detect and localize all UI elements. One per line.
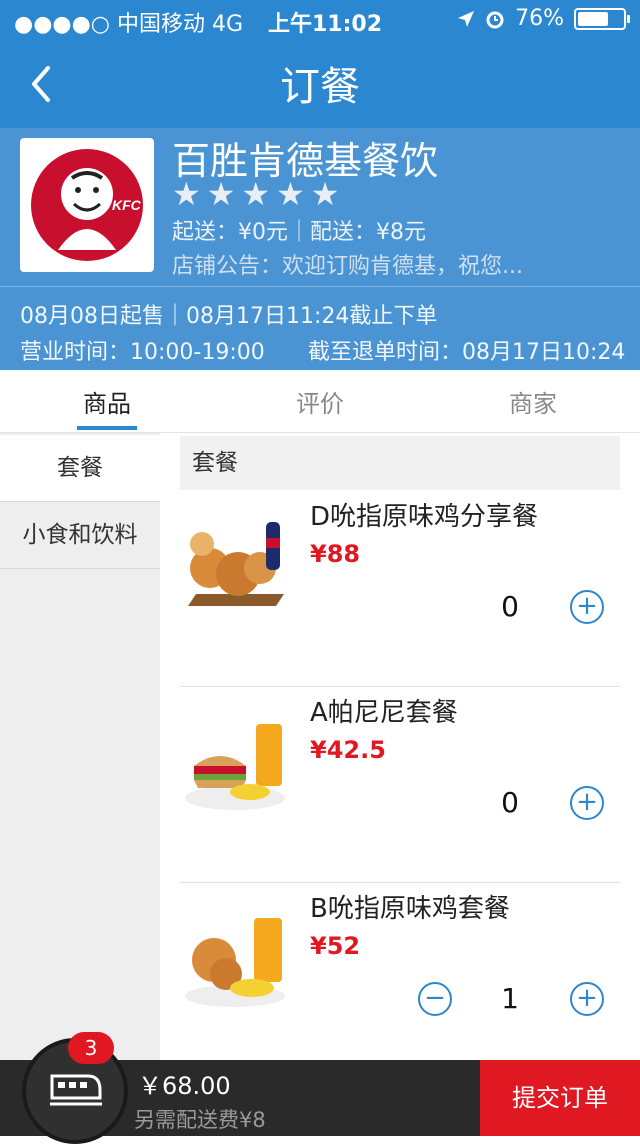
add-button[interactable]: + bbox=[570, 590, 604, 624]
tab-merchant[interactable]: 商家 bbox=[453, 384, 613, 419]
list-item[interactable]: B吮指原味鸡套餐 ¥52 − 1 + bbox=[180, 882, 620, 1078]
battery-percent: 76% bbox=[515, 6, 564, 31]
add-button[interactable]: + bbox=[570, 982, 604, 1016]
category-snacks-drinks[interactable]: 小食和饮料 bbox=[0, 502, 160, 569]
list-item[interactable]: D吮指原味鸡分享餐 ¥88 0 + bbox=[180, 490, 620, 687]
tab-reviews[interactable]: 评价 bbox=[240, 384, 400, 419]
cart-bar: 3 ￥68.00 另需配送费¥8 提交订单 bbox=[0, 1032, 640, 1144]
item-image bbox=[180, 510, 290, 620]
section-title: 套餐 bbox=[180, 436, 620, 490]
add-button[interactable]: + bbox=[570, 786, 604, 820]
cart-total: ￥68.00 bbox=[138, 1072, 231, 1100]
category-sidebar: 套餐 小食和饮料 bbox=[0, 433, 160, 1060]
plus-icon: + bbox=[576, 591, 598, 621]
item-quantity: 0 bbox=[501, 786, 519, 819]
battery-level bbox=[578, 11, 609, 26]
item-price: ¥42.5 bbox=[310, 736, 386, 764]
alarm-icon bbox=[486, 11, 504, 28]
location-arrow-icon bbox=[458, 10, 475, 27]
item-image bbox=[180, 902, 290, 1012]
food-image-icon bbox=[180, 706, 290, 816]
status-bar: ●●●●○ 中国移动 4G 上午11:02 76% bbox=[0, 0, 640, 40]
store-rating: ★ ★ ★ ★ ★ bbox=[172, 178, 339, 210]
remove-button[interactable]: − bbox=[418, 982, 452, 1016]
star-icon: ★ bbox=[310, 175, 340, 213]
list-item[interactable]: A帕尼尼套餐 ¥42.5 0 + bbox=[180, 686, 620, 883]
battery-icon bbox=[574, 7, 630, 30]
store-notice[interactable]: 店铺公告：欢迎订购肯德基，祝您... bbox=[172, 248, 523, 280]
item-quantity: 1 bbox=[501, 982, 519, 1015]
category-set-meals[interactable]: 套餐 bbox=[0, 435, 160, 502]
item-name: D吮指原味鸡分享餐 bbox=[310, 502, 539, 532]
cancel-deadline: 截至退单时间：08月17日10:24 bbox=[308, 340, 626, 365]
item-quantity: 0 bbox=[501, 590, 519, 623]
item-price: ¥52 bbox=[310, 932, 361, 960]
tab-goods[interactable]: 商品 bbox=[27, 384, 187, 419]
kfc-logo-icon: KFC bbox=[31, 149, 143, 261]
store-header: KFC 百胜肯德基餐饮 ★ ★ ★ ★ ★ 起送：¥0元｜配送：¥8元 店铺公告：欢迎订… bbox=[0, 128, 640, 370]
delivery-info: 起送：¥0元｜配送：¥8元 bbox=[172, 220, 426, 245]
plus-icon: + bbox=[576, 983, 598, 1013]
page-title: 订餐 bbox=[280, 64, 360, 110]
item-name: A帕尼尼套餐 bbox=[310, 698, 458, 728]
cart-count-badge: 3 bbox=[68, 1032, 114, 1064]
status-right: 76% bbox=[457, 6, 630, 31]
tab-bar: 商品 评价 商家 bbox=[0, 370, 640, 433]
food-image-icon bbox=[180, 510, 290, 620]
header-divider bbox=[0, 286, 640, 287]
star-icon: ★ bbox=[172, 175, 201, 213]
delivery-fee-note: 另需配送费¥8 bbox=[134, 1108, 266, 1132]
item-image bbox=[180, 706, 290, 816]
star-icon: ★ bbox=[241, 175, 271, 213]
submit-order-button[interactable]: 提交订单 bbox=[480, 1060, 640, 1136]
business-hours: 营业时间：10:00-19:00 bbox=[20, 340, 265, 365]
item-price: ¥88 bbox=[310, 540, 361, 568]
star-icon: ★ bbox=[206, 175, 236, 213]
tab-indicator bbox=[77, 426, 137, 430]
item-name: B吮指原味鸡套餐 bbox=[310, 894, 510, 924]
nav-bar: 订餐 bbox=[0, 40, 640, 128]
carrier-label: ●●●●○ 中国移动 4G bbox=[14, 12, 244, 37]
logo-text: KFC bbox=[112, 197, 142, 213]
clock: 上午11:02 bbox=[268, 12, 383, 37]
minus-icon: − bbox=[424, 983, 446, 1013]
plus-icon: + bbox=[576, 787, 598, 817]
sale-period: 08月08日起售｜08月17日11:24截止下单 bbox=[20, 304, 438, 329]
food-image-icon bbox=[180, 902, 290, 1012]
store-logo: KFC bbox=[20, 138, 154, 272]
star-icon: ★ bbox=[276, 175, 305, 213]
